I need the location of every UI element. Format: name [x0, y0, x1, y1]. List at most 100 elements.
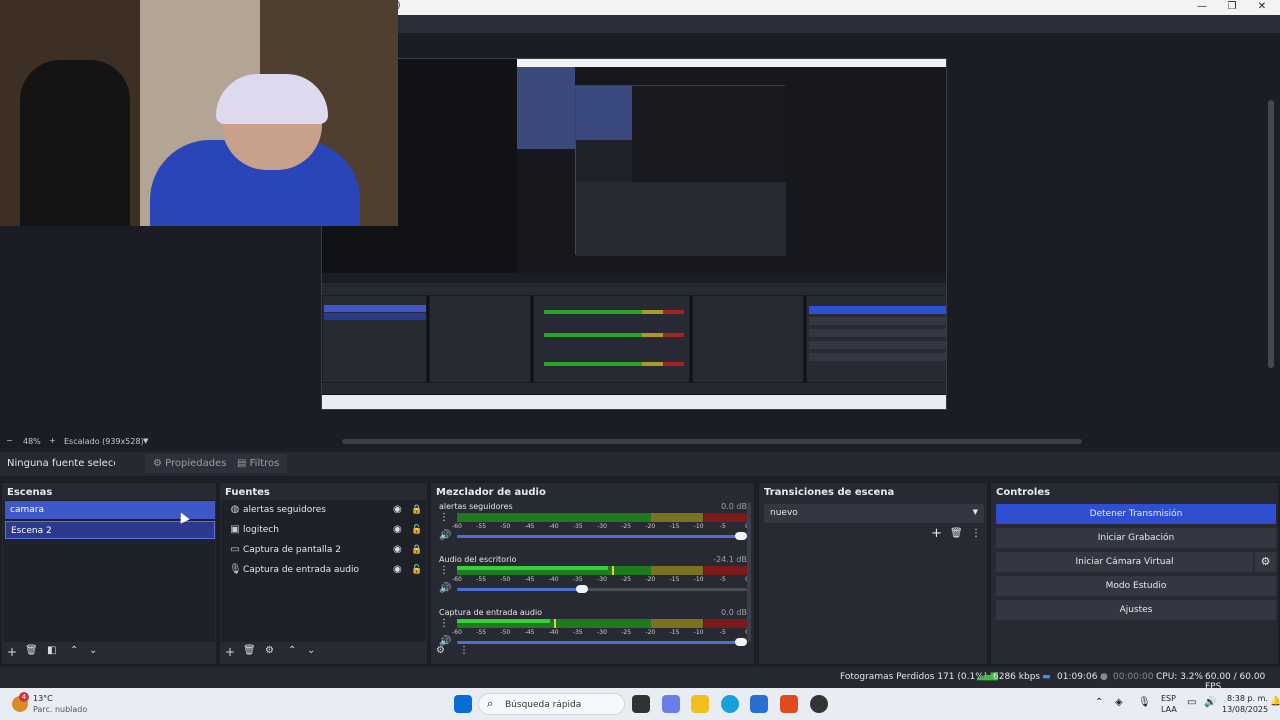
start-recording-button[interactable]: Iniciar Grabación [996, 528, 1276, 548]
channel-name: alertas seguidores [439, 502, 513, 511]
properties-button[interactable]: ⚙ Propiedades [145, 454, 235, 473]
scene-item-escena-2[interactable]: Escena 2 [5, 521, 215, 539]
webcam-overlay [0, 0, 398, 226]
add-source-icon[interactable]: + [225, 645, 235, 659]
weather-desc: Parc. nublado [33, 705, 88, 714]
meter-tick: -15 [669, 576, 680, 583]
settings-button[interactable]: Ajustes [996, 600, 1276, 620]
source-item-captura-pantalla[interactable]: ▭ Captura de pantalla 2 ◉ 🔒 [221, 540, 427, 560]
source-item-captura-audio[interactable]: 🎙 Captura de entrada audio ◉ 🔓 [221, 560, 427, 580]
volume-tray-icon[interactable]: 🔊 [1204, 697, 1216, 708]
visibility-eye-icon[interactable]: ◉ [393, 520, 402, 540]
channel-menu-icon[interactable]: ⋮ [439, 618, 449, 629]
clock-time[interactable]: 8:38 p. m. [1226, 694, 1268, 703]
no-source-label: Ninguna fuente seleccionada [7, 458, 115, 469]
mixer-scrollbar[interactable] [747, 502, 751, 642]
zoom-in-button[interactable]: + [49, 436, 56, 445]
preview-canvas[interactable] [321, 58, 947, 410]
lock-icon[interactable]: 🔒 [411, 540, 422, 560]
meter-tick: -5 [719, 576, 726, 583]
visibility-eye-icon[interactable]: ◉ [393, 500, 402, 520]
meter-tick: -55 [476, 523, 487, 530]
minimize-button[interactable]: — [1186, 0, 1218, 15]
display-icon[interactable]: ▭ [1187, 697, 1196, 708]
volume-knob[interactable] [575, 585, 588, 593]
close-button[interactable]: ✕ [1246, 0, 1278, 15]
scale-label[interactable]: Escalado (939x528) [64, 437, 144, 446]
studio-mode-button[interactable]: Modo Estudio [996, 576, 1276, 596]
store-icon[interactable] [750, 695, 768, 713]
language-code[interactable]: ESP [1161, 694, 1176, 703]
volume-slider[interactable] [457, 585, 747, 593]
task-view-icon[interactable] [632, 695, 650, 713]
scene-filters-icon[interactable]: ◧ [47, 645, 56, 656]
chevron-up-icon[interactable]: ⌃ [1095, 697, 1103, 708]
clock-date[interactable]: 13/08/2025 [1222, 705, 1268, 714]
copilot-icon[interactable] [662, 695, 680, 713]
add-transition-icon[interactable]: + [931, 526, 942, 541]
unlock-icon[interactable]: 🔓 [411, 560, 422, 580]
source-item-logitech[interactable]: ▣ logitech ◉ 🔓 [221, 520, 427, 540]
remove-scene-icon[interactable]: 🗑 [25, 645, 38, 656]
microphone-icon: 🎙 [229, 564, 242, 575]
microphone-tray-icon[interactable]: 🎙 [1138, 697, 1151, 708]
maximize-button[interactable]: ❐ [1216, 0, 1248, 15]
notification-bell-icon[interactable]: 🔔 [1270, 697, 1280, 707]
move-up-icon[interactable]: ⌃ [70, 645, 78, 656]
visibility-eye-icon[interactable]: ◉ [393, 560, 402, 580]
source-properties-gear-icon[interactable]: ⚙ [265, 645, 274, 656]
stop-streaming-button[interactable]: Detener Transmisión [996, 504, 1276, 524]
channel-menu-icon[interactable]: ⋮ [439, 512, 449, 523]
remove-transition-icon[interactable]: 🗑 [950, 528, 963, 539]
add-scene-icon[interactable]: + [7, 645, 17, 659]
mixer-channel: Audio del escritorio -24.1 dB ⋮ -60 -55 -50 -4… [436, 555, 752, 607]
mute-speaker-icon[interactable]: 🔊 [439, 583, 451, 594]
taskbar-search[interactable]: ⌕ Búsqueda rápida [478, 693, 625, 715]
preview-horizontal-scrollbar[interactable] [342, 439, 1082, 444]
volume-knob[interactable] [735, 532, 747, 540]
advanced-audio-gear-icon[interactable]: ⚙ [436, 645, 445, 656]
nested-sources [429, 295, 531, 383]
meter-tick: -5 [719, 629, 726, 636]
edge-icon[interactable] [721, 695, 739, 713]
move-down-icon[interactable]: ⌄ [307, 645, 315, 656]
audio-meter [457, 566, 747, 575]
windows-taskbar: 4 13°C Parc. nublado ⌕ Búsqueda rápida ⌃… [0, 688, 1280, 720]
transition-select[interactable]: nuevo ▼ [764, 504, 984, 523]
visibility-eye-icon[interactable]: ◉ [393, 540, 402, 560]
network-icon[interactable]: ◈ [1115, 697, 1123, 708]
zoom-out-button[interactable]: − [6, 436, 13, 445]
preview-vertical-scrollbar[interactable] [1268, 100, 1274, 368]
file-explorer-icon[interactable] [691, 695, 709, 713]
filters-button[interactable]: ▤ Filtros [229, 454, 288, 473]
brave-icon[interactable] [780, 695, 798, 713]
controls-dock: Controles Detener Transmisión Iniciar Gr… [990, 482, 1279, 665]
transitions-dock: Transiciones de escena nuevo ▼ + 🗑 ⋮ [758, 482, 988, 665]
sources-title: Fuentes [225, 487, 270, 498]
mixer-channels: alertas seguidores 0.0 dB ⋮ -60 -55 -50 -45 -40… [432, 500, 753, 647]
search-placeholder: Búsqueda rápida [505, 700, 582, 710]
channel-db: 0.0 dB [721, 502, 747, 511]
move-up-icon[interactable]: ⌃ [288, 645, 296, 656]
source-item-alertas[interactable]: ◍ alertas seguidores ◉ 🔒 [221, 500, 427, 520]
mute-speaker-icon[interactable]: 🔊 [439, 530, 451, 541]
unlock-icon[interactable]: 🔓 [411, 520, 422, 540]
move-down-icon[interactable]: ⌄ [89, 645, 97, 656]
meter-tick: -60 [452, 523, 462, 530]
channel-menu-icon[interactable]: ⋮ [439, 565, 449, 576]
scale-dropdown-icon[interactable]: ▼ [143, 437, 148, 445]
volume-slider[interactable] [457, 532, 747, 540]
start-virtual-camera-button[interactable]: Iniciar Cámara Virtual [996, 552, 1253, 572]
virtual-camera-gear-icon[interactable]: ⚙ [1255, 552, 1276, 572]
transition-menu-icon[interactable]: ⋮ [971, 528, 981, 539]
cpu-usage: CPU: 3.2% [1156, 672, 1204, 682]
chevron-down-icon: ▼ [972, 508, 978, 516]
windows-start-icon[interactable] [454, 695, 472, 713]
mixer-menu-icon[interactable]: ⋮ [459, 645, 469, 656]
remove-source-icon[interactable]: 🗑 [243, 645, 256, 656]
audio-meter [457, 619, 747, 628]
language-sub[interactable]: LAA [1161, 705, 1177, 714]
obs-icon[interactable] [810, 695, 828, 713]
lock-icon[interactable]: 🔒 [411, 500, 422, 520]
meter-tick: -10 [693, 629, 704, 636]
